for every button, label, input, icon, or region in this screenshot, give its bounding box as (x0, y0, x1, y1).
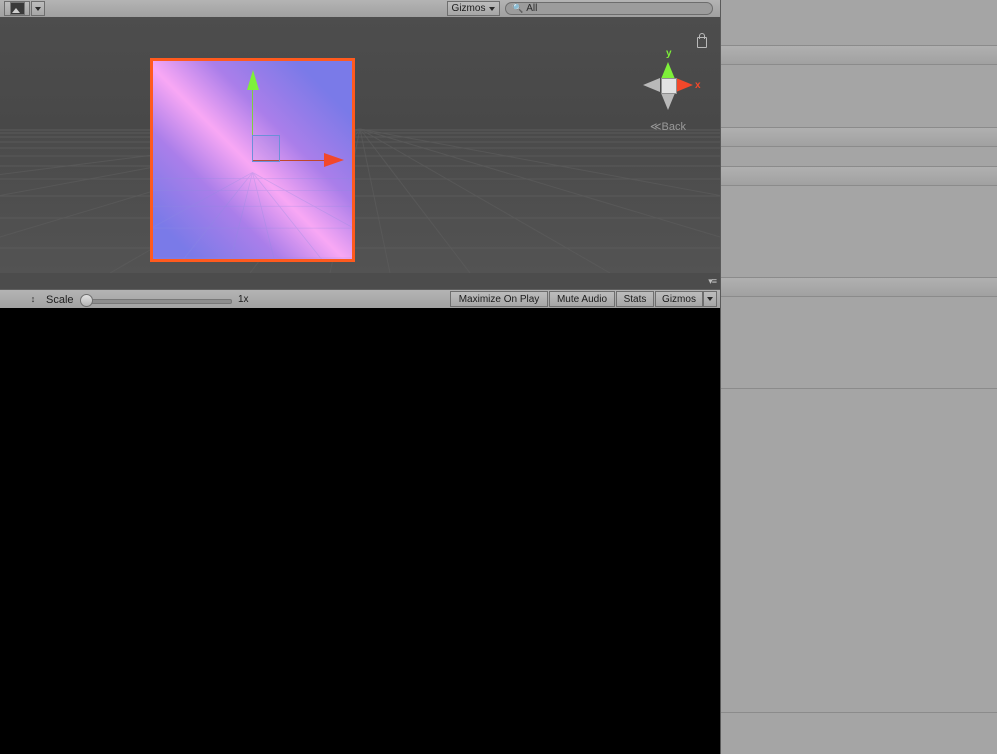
mesh-collider-component-header[interactable] (721, 166, 997, 186)
axis-negative-x-cone-icon[interactable] (643, 78, 660, 92)
stats-button[interactable]: Stats (616, 291, 654, 307)
scene-grid (0, 128, 720, 273)
search-icon: 🔍 (512, 3, 524, 13)
game-scale-slider-handle[interactable] (80, 294, 93, 307)
material-section-divider (721, 388, 997, 389)
game-aspect-resize-icon[interactable]: ↕ (28, 293, 38, 305)
scene-view-footer: ▾≡ (0, 273, 720, 289)
game-scale-value: 1x (238, 294, 249, 305)
transform-component-header[interactable] (721, 45, 997, 65)
chevron-down-icon (707, 297, 713, 301)
gizmo-xy-plane-handle[interactable] (252, 135, 280, 162)
game-gizmos-button[interactable]: Gizmos (655, 291, 703, 307)
gizmo-x-arrow-icon[interactable] (324, 153, 344, 167)
scene-view-orientation-label: ≪Back (635, 120, 701, 133)
game-view-render-area[interactable] (0, 308, 720, 754)
axis-y-cone-icon[interactable] (661, 62, 675, 79)
orientation-text: Back (661, 121, 686, 133)
mesh-filter-component-header[interactable] (721, 127, 997, 147)
scene-view-panel: Gizmos 🔍 All y x ≪Back ▾≡ (0, 0, 720, 289)
game-gizmos-dropdown-button[interactable] (703, 291, 717, 307)
axis-center-cube-icon[interactable] (661, 78, 677, 94)
transform-move-gizmo[interactable] (247, 70, 344, 167)
scene-search-value: All (526, 3, 538, 14)
scene-view-toolbar: Gizmos 🔍 All (0, 0, 720, 18)
axis-x-cone-icon[interactable] (676, 78, 693, 92)
chevron-down-icon (489, 6, 496, 11)
image-icon (9, 2, 25, 15)
scene-viewport[interactable]: y x ≪Back (0, 17, 720, 273)
mesh-renderer-component-header[interactable] (721, 277, 997, 297)
scene-gizmos-label: Gizmos (451, 3, 486, 14)
game-scale-label: Scale (46, 294, 74, 306)
game-view-toolbar: ↕ Scale 1x Maximize On Play Mute Audio S… (0, 289, 720, 309)
maximize-on-play-button[interactable]: Maximize On Play (450, 291, 548, 307)
scene-gizmos-button[interactable]: Gizmos (447, 1, 500, 16)
gizmo-y-arrow-icon[interactable] (247, 70, 259, 90)
chevron-down-icon (35, 6, 41, 11)
scene-axis-orientation-gizmo[interactable]: y x ≪Back (625, 33, 711, 140)
mute-audio-button[interactable]: Mute Audio (549, 291, 615, 307)
axis-negative-y-cone-icon[interactable] (661, 93, 675, 110)
axis-y-label: y (666, 48, 672, 59)
game-scale-slider[interactable] (82, 299, 232, 304)
axis-x-label: x (695, 80, 701, 91)
scene-camera-image-button[interactable] (4, 1, 30, 16)
panel-options-icon[interactable]: ▾≡ (708, 276, 717, 287)
inspector-panel: Quad Static Tag Untagged ⇅ Layer Default… (720, 0, 997, 754)
scene-search-input[interactable]: 🔍 All (505, 2, 713, 15)
scene-camera-dropdown-button[interactable] (31, 1, 45, 16)
lock-icon[interactable] (697, 33, 707, 48)
add-component-divider (721, 712, 997, 713)
back-arrow-icon: ≪ (650, 121, 662, 133)
